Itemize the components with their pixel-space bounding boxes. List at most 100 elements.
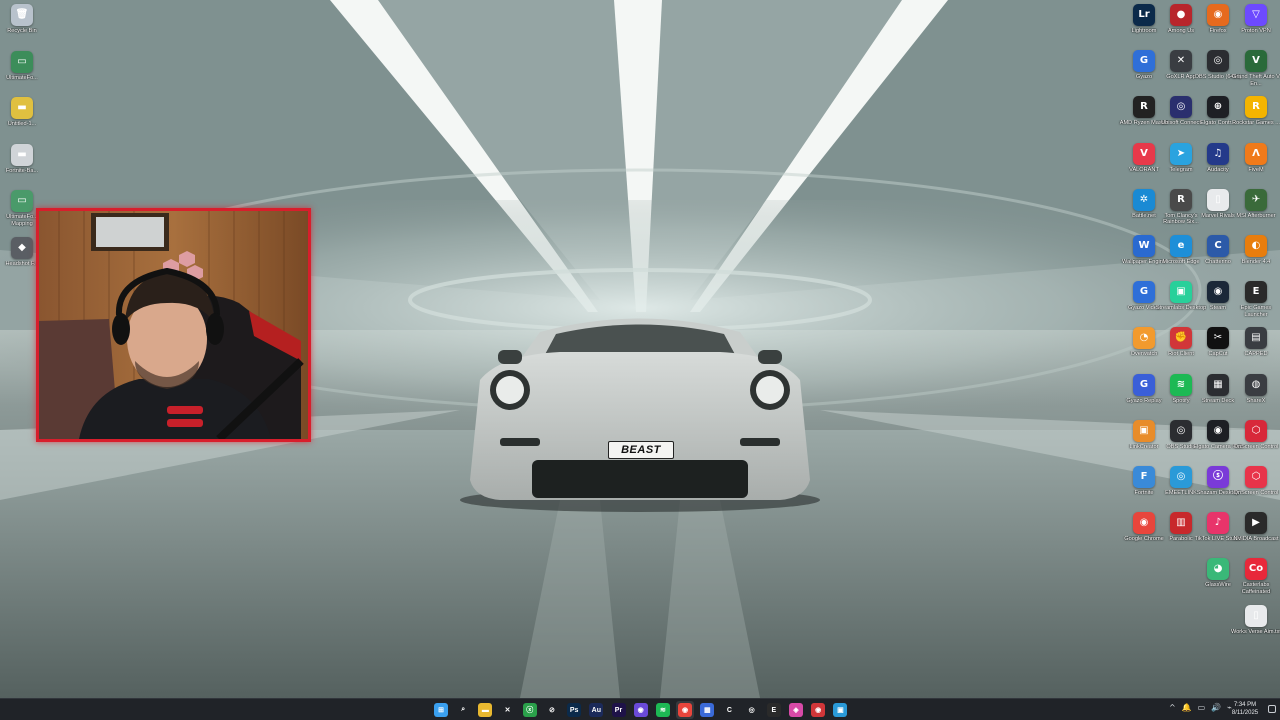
gyazo-icon: G [1133,50,1155,73]
premiere-icon: Pr [611,703,626,717]
file-icon: ▬ [11,143,33,166]
start-button[interactable]: ⊞ [432,701,450,719]
desktop-icon[interactable]: ✈ MSI Afterburner [1234,188,1278,235]
taskbar-app-colorful[interactable]: ◈ [787,701,805,719]
taskbar-file-explorer[interactable]: ▬ [476,701,494,719]
image-file-icon: ▭ [11,190,33,212]
desktop-icon[interactable]: ▽ Proton VPN [1234,4,1278,50]
taskbar-premiere[interactable]: Pr [610,701,628,719]
desktop-icon[interactable]: ⬡ OnScreen Control [1234,419,1278,466]
desktop-icon[interactable]: 🗑 Recycle Bin [0,4,44,50]
desktop-icon-label: Casterlabs Caffeinated [1241,582,1271,595]
notification-bell-icon[interactable]: 🔔 [1182,703,1192,712]
taskbar-audition[interactable]: Au [587,701,605,719]
app-icon: ◆ [11,236,33,259]
desktop-icon[interactable]: ⬡ OnScreen Control [1234,466,1278,512]
chatterino-icon: C [1207,235,1229,257]
webcam-overlay[interactable] [36,208,311,442]
desktop-icon[interactable]: ▯ Works Verse Aim.txt [1231,604,1280,651]
show-hidden-icons[interactable]: ^ [1169,703,1176,712]
among-us-icon: ● [1170,4,1192,26]
taskbar-clock[interactable]: 7:34 PM 8/11/2025 [1228,701,1262,717]
fivem-icon: Λ [1245,142,1267,165]
desktop-icon[interactable]: R Rockstar Games ... [1232,96,1280,142]
amd-icon: R [1133,96,1155,119]
app-icon: ▤ [1245,327,1267,350]
taskbar-photoshop[interactable]: Ps [565,701,583,719]
desktop-icon-label: Epic Games Launcher [1240,305,1272,318]
desktop-icon-label: FiveM [1248,166,1264,173]
taskbar-riot[interactable]: ◉ [809,701,827,719]
fortnite-icon: F [1133,466,1155,488]
taskbar-app-ring[interactable]: ◎ [743,701,761,719]
desktop-icon-label: OnScreen Control [1233,443,1279,450]
app-icon: ⓢ [1207,466,1229,488]
taskbar-chatterino[interactable]: C [720,701,738,719]
audacity-icon: ♫ [1207,142,1229,165]
taskbar-search[interactable]: ⌕ [454,701,472,719]
license-plate: BEAST [608,441,674,459]
taskbar-pinned-apps: ⊞ ⌕ ▬ ✕ ⓧ ⊘ Ps Au Pr ◉ ≋ ◉ ▦ C ◎ E ◈ ◉ ▣ [432,701,849,719]
desktop-icon[interactable]: ◐ Blender 4.4 [1234,235,1278,281]
desktop-icon[interactable]: E Epic Games Launcher [1234,281,1278,327]
taskbar-xbox[interactable]: ⓧ [521,701,539,719]
desktop-icon[interactable]: ▶ NVIDIA Broadcast [1233,512,1279,558]
epic-games-icon: E [766,703,781,717]
clock-date: 8/11/2025 [1231,710,1259,716]
app-icon: ▣ [833,703,848,717]
marvel-rivals-icon: ▯ [1207,188,1229,211]
taskbar-chrome[interactable]: ◉ [676,701,695,719]
desktop-icon[interactable]: ▬ Fortnite-Ba... [0,143,44,190]
ring-icon: ◎ [748,707,755,714]
display-icon[interactable]: ▭ [1198,703,1206,712]
desktop-icon[interactable]: Λ FiveM [1234,142,1278,189]
folder-icon: ▬ [478,703,493,717]
desktop-icon[interactable]: Co Casterlabs Caffeinated [1234,558,1278,604]
chatterino-icon: C [726,706,732,714]
casterlabs-icon: Co [1245,558,1267,581]
streamlabs-icon: ▣ [1170,281,1192,304]
desktop-icon-label: Works Verse Aim.txt [1231,628,1280,635]
taskbar-discord[interactable]: ◉ [632,701,650,719]
epic-games-icon: E [1245,281,1267,304]
valorant-icon: V [1133,142,1155,165]
taskbar-app-window[interactable]: ▦ [698,701,716,719]
app-icon: ◈ [789,703,803,717]
obs-icon: ◎ [1207,50,1229,73]
taskbar-epic[interactable]: E [765,701,783,719]
app-icon: ▣ [1133,419,1155,442]
elgato-icon: ⊕ [1207,96,1229,119]
text-file-icon: ▯ [1245,604,1267,627]
steam-icon: ◉ [1207,281,1229,304]
notification-center-icon[interactable] [1268,705,1276,713]
desktop-icon[interactable]: ▤ CAPPED [1234,327,1278,373]
recycle-bin-icon: 🗑 [11,4,33,26]
afterburner-icon: ✈ [1245,188,1267,211]
taskbar-spotify[interactable]: ≋ [654,701,672,719]
window-icon: ▦ [700,703,715,717]
obs-icon: ◎ [1170,419,1192,442]
desktop-icon-label: Recycle Bin [7,28,37,34]
photoshop-icon: Ps [567,703,582,717]
chrome-icon: ◉ [678,703,693,717]
taskbar-obs[interactable]: ⊘ [543,701,561,719]
taskbar-app-blue[interactable]: ▣ [831,701,849,719]
glasswire-icon: ◕ [1207,558,1229,581]
chrome-icon: ◉ [1133,512,1155,535]
desktop-icon-label: Proton VPN [1241,28,1271,34]
desktop-icon[interactable]: ▬ Untitled-1... [0,97,44,143]
desktop-icon[interactable]: ◍ ShareX [1234,373,1278,420]
edge-icon: e [1170,235,1192,257]
sharex-icon: ◍ [1245,373,1267,396]
riot-client-icon: ✊ [1170,327,1192,350]
spotify-icon: ≋ [655,703,670,717]
desktop-icon[interactable]: V Grand Theft Auto V En... [1232,50,1280,96]
search-icon: ⌕ [461,706,466,713]
taskbar-app-x[interactable]: ✕ [499,701,517,719]
desktop-icon[interactable]: ▭ UltimateFo... [0,50,44,97]
volume-icon[interactable]: 🔊 [1211,703,1221,712]
wallpaper-engine-icon: W [1133,235,1155,257]
system-tray: ^ 🔔 ▭ 🔊 ⌁ [1169,703,1232,712]
desktop-icon-label: UltimateFo... [6,74,38,81]
firefox-icon: ◉ [1207,4,1229,26]
